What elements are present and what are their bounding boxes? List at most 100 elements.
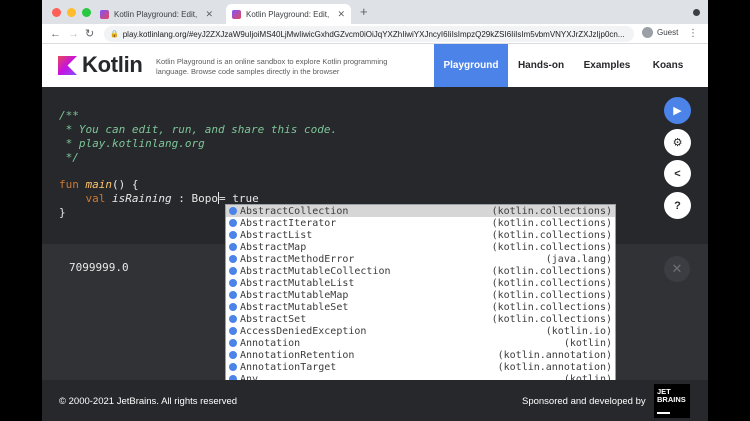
- help-button[interactable]: ?: [664, 192, 691, 219]
- variable-name: isRaining: [112, 192, 172, 205]
- class-icon: [229, 339, 237, 347]
- browser-tab-active[interactable]: Kotlin Playground: Edit, Run, S ✕: [226, 4, 351, 24]
- class-icon: [229, 315, 237, 323]
- autocomplete-item[interactable]: AbstractIterator (kotlin.collections): [226, 217, 615, 229]
- suggestion-name: AbstractMutableMap: [240, 289, 349, 301]
- autocomplete-item[interactable]: AbstractMutableMap (kotlin.collections): [226, 289, 615, 301]
- close-tab-icon[interactable]: ✕: [337, 9, 345, 20]
- close-window-button[interactable]: [52, 8, 61, 17]
- profile-label: Guest: [657, 28, 679, 37]
- brand-name[interactable]: Kotlin: [82, 52, 143, 78]
- window-controls: [52, 8, 91, 17]
- autocomplete-item[interactable]: AbstractMutableList (kotlin.collections): [226, 277, 615, 289]
- class-icon: [229, 267, 237, 275]
- tab-title: Kotlin Playground: Edit, Run, S: [246, 9, 332, 19]
- suggestion-name: AbstractList: [240, 229, 313, 241]
- share-button[interactable]: <: [664, 160, 691, 187]
- nav-koans[interactable]: Koans: [640, 44, 696, 87]
- app-window: Kotlin Playground: Edit, Run, S ✕ Kotlin…: [42, 0, 708, 421]
- browser-tab-bar: Kotlin Playground: Edit, Run, S ✕ Kotlin…: [42, 0, 708, 24]
- jetbrains-logo[interactable]: JET BRAINS: [654, 384, 690, 418]
- close-output-button[interactable]: ✕: [664, 256, 690, 282]
- suggestion-name: AbstractMutableList: [240, 277, 355, 289]
- autocomplete-item[interactable]: AbstractMethodError (java.lang): [226, 253, 615, 265]
- maximize-window-button[interactable]: [82, 8, 91, 17]
- code-line-close: }: [59, 206, 66, 219]
- kotlin-logo-icon[interactable]: [58, 56, 77, 75]
- browser-menu-icon[interactable]: ⋮: [688, 28, 698, 39]
- keyword-fun: fun: [59, 178, 79, 191]
- suggestion-name: AbstractMethodError: [240, 253, 355, 265]
- browser-toolbar: ← → ↻ 🔒 play.kotlinlang.org/#eyJ2ZXJzaW9…: [42, 24, 708, 44]
- suggestion-package: (kotlin.collections): [491, 313, 612, 325]
- browser-status-icon: [693, 9, 700, 16]
- keyword-val: val: [85, 192, 106, 205]
- autocomplete-item[interactable]: Annotation (kotlin): [226, 337, 615, 349]
- class-icon: [229, 279, 237, 287]
- code-comment-line: * You can edit, run, and share this code…: [59, 123, 338, 136]
- class-icon: [229, 207, 237, 215]
- autocomplete-item[interactable]: AbstractMutableCollection (kotlin.collect…: [226, 265, 615, 277]
- class-icon: [229, 303, 237, 311]
- address-bar[interactable]: 🔒 play.kotlinlang.org/#eyJ2ZXJzaW9uIjoiM…: [104, 26, 634, 42]
- code-comment-line: */: [59, 151, 79, 164]
- type-separator: :: [171, 192, 192, 205]
- autocomplete-item[interactable]: AbstractMutableSet (kotlin.collections): [226, 301, 615, 313]
- question-icon: ?: [674, 199, 681, 212]
- nav-examples[interactable]: Examples: [574, 44, 640, 87]
- autocomplete-item[interactable]: AnnotationRetention (kotlin.annotation): [226, 349, 615, 361]
- forward-button[interactable]: →: [68, 27, 79, 41]
- class-icon: [229, 219, 237, 227]
- tagline: Kotlin Playground is an online sandbox t…: [156, 57, 388, 76]
- run-button[interactable]: ▶: [664, 97, 691, 124]
- suggestion-package: (kotlin.annotation): [497, 349, 612, 361]
- suggestion-name: AbstractCollection: [240, 205, 349, 217]
- nav-playground[interactable]: Playground: [434, 44, 508, 87]
- class-icon: [229, 243, 237, 251]
- suggestion-name: AbstractSet: [240, 313, 307, 325]
- browser-tab[interactable]: Kotlin Playground: Edit, Run, S ✕: [94, 4, 219, 24]
- new-tab-button[interactable]: +: [360, 5, 368, 19]
- settings-button[interactable]: ⚙: [664, 129, 691, 156]
- class-icon: [229, 363, 237, 371]
- url-text: play.kotlinlang.org/#eyJ2ZXJzaW9uIjoiMS4…: [122, 29, 625, 39]
- class-icon: [229, 231, 237, 239]
- autocomplete-popup[interactable]: AbstractCollection (kotlin.collections) Ab…: [225, 204, 616, 384]
- share-icon: <: [674, 167, 681, 180]
- suggestion-package: (kotlin.collections): [491, 205, 612, 217]
- suggestion-name: AbstractMutableCollection: [240, 265, 391, 277]
- suggestion-package: (kotlin.collections): [491, 229, 612, 241]
- close-tab-icon[interactable]: ✕: [205, 9, 213, 20]
- nav-hands-on[interactable]: Hands-on: [508, 44, 574, 87]
- profile-button[interactable]: Guest: [642, 27, 678, 38]
- autocomplete-item[interactable]: AbstractCollection (kotlin.collections): [226, 205, 615, 217]
- suggestion-package: (kotlin.collections): [491, 289, 612, 301]
- autocomplete-item[interactable]: AbstractMap (kotlin.collections): [226, 241, 615, 253]
- autocomplete-item[interactable]: AbstractSet (kotlin.collections): [226, 313, 615, 325]
- kotlin-favicon-icon: [232, 9, 241, 19]
- suggestion-name: AbstractMutableSet: [240, 301, 349, 313]
- suggestion-name: AccessDeniedException: [240, 325, 367, 337]
- site-header: Kotlin Kotlin Playground is an online sa…: [42, 44, 708, 87]
- autocomplete-item[interactable]: AccessDeniedException (kotlin.io): [226, 325, 615, 337]
- jetbrains-logo-text: BRAINS: [657, 395, 686, 404]
- minimize-window-button[interactable]: [67, 8, 76, 17]
- play-icon: ▶: [673, 105, 682, 117]
- suggestion-package: (kotlin.annotation): [497, 361, 612, 373]
- code-line-fun: fun main() {: [59, 178, 139, 192]
- suggestion-package: (kotlin.io): [545, 325, 612, 337]
- suggestion-name: AbstractMap: [240, 241, 307, 253]
- suggestion-package: (kotlin.collections): [491, 265, 612, 277]
- lock-icon: 🔒: [110, 31, 119, 38]
- jetbrains-logo-bar: [657, 412, 670, 414]
- back-button[interactable]: ←: [50, 27, 61, 41]
- class-icon: [229, 291, 237, 299]
- suggestion-name: Annotation: [240, 337, 301, 349]
- copyright-text: © 2000-2021 JetBrains. All rights reserv…: [59, 396, 238, 407]
- reload-button[interactable]: ↻: [85, 27, 94, 41]
- gear-icon: ⚙: [672, 137, 683, 149]
- suggestion-package: (java.lang): [545, 253, 612, 265]
- autocomplete-item[interactable]: AbstractList (kotlin.collections): [226, 229, 615, 241]
- autocomplete-item[interactable]: AnnotationTarget (kotlin.annotation): [226, 361, 615, 373]
- suggestion-package: (kotlin.collections): [491, 241, 612, 253]
